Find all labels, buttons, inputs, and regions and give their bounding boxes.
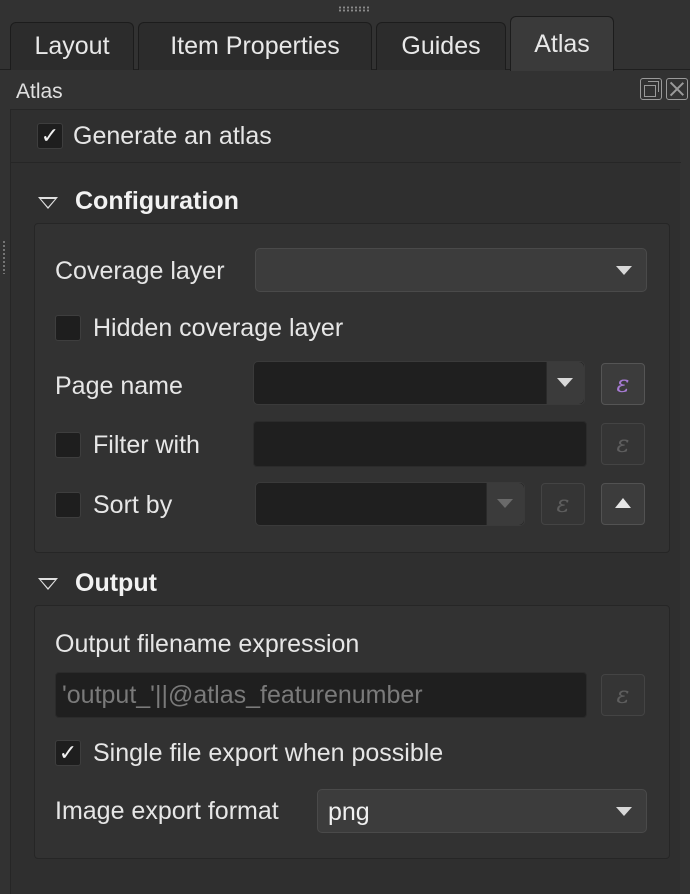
tab-layout[interactable]: Layout — [10, 22, 134, 70]
chevron-down-icon — [616, 807, 632, 816]
output-heading[interactable]: Output — [75, 569, 157, 598]
close-icon[interactable] — [666, 78, 688, 100]
filter-with-input[interactable] — [253, 421, 587, 467]
tab-label: Layout — [34, 32, 110, 60]
dock-title: Atlas — [16, 80, 63, 103]
configuration-group: Coverage layer Hidden coverage layer Pag… — [34, 223, 670, 553]
tab-label: Atlas — [534, 29, 590, 58]
tab-bar: Layout Item Properties Guides Atlas — [0, 16, 690, 71]
generate-atlas-row: ✓ Generate an atlas — [11, 110, 681, 163]
filter-expression-icon[interactable]: ε — [601, 423, 645, 465]
float-window-icon[interactable] — [640, 78, 662, 100]
tab-atlas[interactable]: Atlas — [510, 16, 614, 71]
output-collapse-icon[interactable] — [38, 578, 58, 590]
image-format-label: Image export format — [55, 797, 279, 825]
page-name-label: Page name — [55, 372, 183, 400]
sort-ascending-button[interactable] — [601, 483, 645, 525]
configuration-collapse-icon[interactable] — [38, 197, 58, 209]
sort-by-dropdown-button[interactable] — [486, 483, 524, 525]
output-filename-expression-icon[interactable]: ε — [601, 674, 645, 716]
sort-by-checkbox[interactable] — [55, 492, 81, 518]
sort-expression-icon[interactable]: ε — [541, 483, 585, 525]
coverage-layer-label: Coverage layer — [55, 257, 225, 285]
output-group: Output filename expression 'output_'||@a… — [34, 605, 670, 859]
side-drag-handle[interactable] — [2, 240, 6, 274]
chevron-down-icon — [497, 499, 513, 508]
sort-by-combo[interactable] — [255, 482, 525, 526]
output-filename-value: 'output_'||@atlas_featurenumber — [62, 681, 423, 709]
dock-buttons — [640, 78, 688, 100]
filter-with-label: Filter with — [93, 431, 200, 459]
tab-item-properties[interactable]: Item Properties — [138, 22, 372, 70]
chevron-down-icon — [557, 378, 573, 387]
output-filename-label: Output filename expression — [55, 630, 360, 658]
coverage-layer-combo[interactable] — [255, 248, 647, 292]
configuration-heading[interactable]: Configuration — [75, 187, 239, 216]
generate-atlas-checkbox[interactable]: ✓ — [37, 123, 63, 149]
dock-drag-handle[interactable] — [338, 6, 370, 12]
single-file-checkbox[interactable]: ✓ — [55, 740, 81, 766]
page-name-expression-icon[interactable]: ε — [601, 363, 645, 405]
page-name-combo[interactable] — [253, 361, 585, 405]
image-format-value: png — [328, 798, 370, 826]
sort-by-label: Sort by — [93, 491, 173, 519]
tab-label: Guides — [401, 32, 481, 60]
tab-guides[interactable]: Guides — [376, 22, 506, 70]
chevron-down-icon — [616, 266, 632, 275]
tab-label: Item Properties — [170, 32, 340, 60]
output-filename-input[interactable]: 'output_'||@atlas_featurenumber — [55, 672, 587, 718]
hidden-coverage-checkbox[interactable] — [55, 315, 81, 341]
filter-with-checkbox[interactable] — [55, 432, 81, 458]
page-name-dropdown-button[interactable] — [546, 362, 584, 404]
image-format-combo[interactable]: png — [317, 789, 647, 833]
single-file-label: Single file export when possible — [93, 739, 444, 767]
atlas-panel: ✓ Generate an atlas Configuration Covera… — [10, 109, 681, 894]
arrow-up-icon — [615, 498, 631, 508]
generate-atlas-label: Generate an atlas — [73, 122, 272, 150]
hidden-coverage-label: Hidden coverage layer — [93, 314, 344, 342]
